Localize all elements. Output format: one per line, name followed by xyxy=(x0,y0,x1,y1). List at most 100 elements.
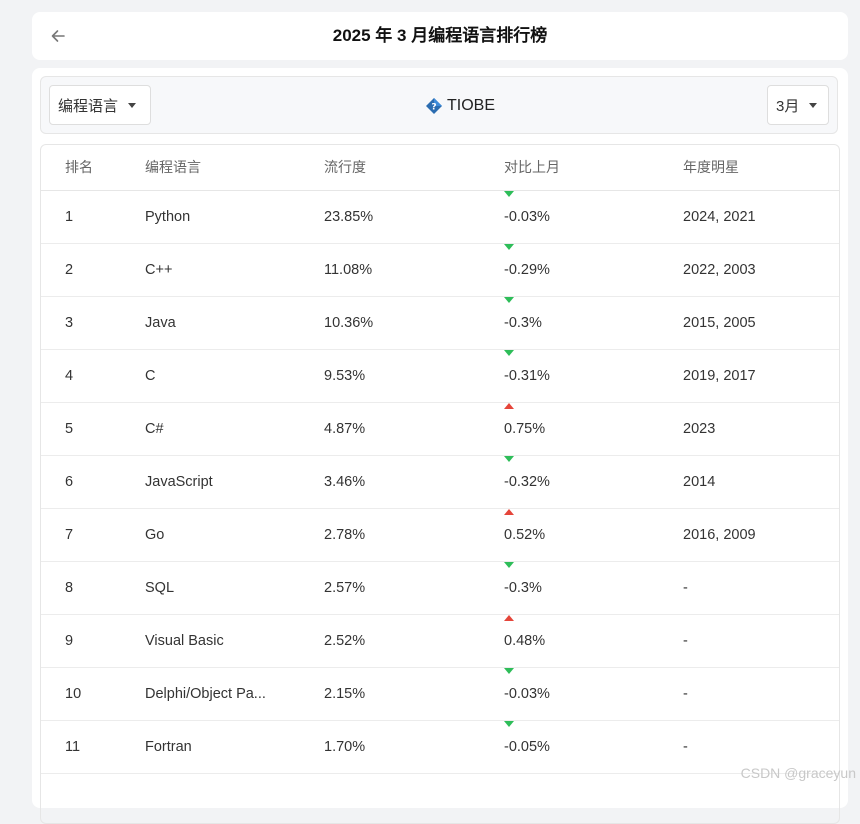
star-years-cell: 2019, 2017 xyxy=(683,368,756,384)
popularity-cell: 1.70% xyxy=(324,739,366,755)
change-cell: 0.75% xyxy=(504,403,545,455)
star-years-cell: 2015, 2005 xyxy=(683,315,756,331)
rank-cell: 2 xyxy=(65,262,74,278)
change-value: 0.52% xyxy=(504,527,546,543)
column-header-popularity: 流行度 xyxy=(324,159,366,175)
star-years-cell: 2023 xyxy=(683,421,716,437)
change-value: -0.3% xyxy=(504,580,542,596)
popularity-cell: 23.85% xyxy=(324,209,374,225)
page-header: 2025 年 3 月编程语言排行榜 xyxy=(32,12,848,60)
table-row[interactable]: 3 Java 10.36% -0.3% 2015, 2005 xyxy=(41,297,839,350)
star-years-cell: 2022, 2003 xyxy=(683,262,756,278)
month-select-label: 3月 xyxy=(776,97,800,115)
change-cell: -0.32% xyxy=(504,456,550,508)
change-cell: -0.31% xyxy=(504,350,550,402)
ranking-panel: 编程语言 ? TIOBE 3月 排名 编程语言 流行度 对比上月 年度明星 1 … xyxy=(32,68,848,824)
change-cell: -0.03% xyxy=(504,191,550,243)
change-value: -0.32% xyxy=(504,474,550,490)
rank-cell: 3 xyxy=(65,315,74,331)
table-row[interactable]: 6 JavaScript 3.46% -0.32% 2014 xyxy=(41,456,839,509)
brand-name: TIOBE xyxy=(447,97,496,114)
change-cell: -0.29% xyxy=(504,244,550,296)
table-row[interactable]: 4 C 9.53% -0.31% 2019, 2017 xyxy=(41,350,839,403)
change-cell: -0.03% xyxy=(504,668,550,720)
table-row[interactable]: 9 Visual Basic 2.52% 0.48% - xyxy=(41,615,839,668)
rank-cell: 9 xyxy=(65,633,74,649)
triangle-down-icon xyxy=(504,668,514,674)
column-header-language: 编程语言 xyxy=(145,159,201,175)
column-header-star-years: 年度明星 xyxy=(683,159,739,175)
star-years-cell: 2016, 2009 xyxy=(683,527,756,543)
language-cell: Python xyxy=(145,209,191,225)
table-header: 排名 编程语言 流行度 对比上月 年度明星 xyxy=(41,145,839,191)
popularity-cell: 2.57% xyxy=(324,580,366,596)
language-cell: Java xyxy=(145,315,176,331)
table-row[interactable]: 8 SQL 2.57% -0.3% - xyxy=(41,562,839,615)
watermark: CSDN @graceyun xyxy=(740,765,856,781)
change-value: -0.05% xyxy=(504,739,550,755)
filter-toolbar: 编程语言 ? TIOBE 3月 xyxy=(40,76,838,134)
star-years-cell: 2014 xyxy=(683,474,716,490)
rank-cell: 7 xyxy=(65,527,74,543)
rank-cell: 10 xyxy=(65,686,82,702)
change-value: -0.29% xyxy=(504,262,550,278)
triangle-up-icon xyxy=(504,509,514,515)
rank-cell: 6 xyxy=(65,474,74,490)
rank-cell: 1 xyxy=(65,209,74,225)
change-value: -0.03% xyxy=(504,686,550,702)
triangle-down-icon xyxy=(504,456,514,462)
rank-cell: 4 xyxy=(65,368,74,384)
category-select[interactable]: 编程语言 xyxy=(49,85,151,125)
change-cell: -0.05% xyxy=(504,721,550,773)
back-button[interactable] xyxy=(48,26,68,46)
table-row[interactable]: 1 Python 23.85% -0.03% 2024, 2021 xyxy=(41,191,839,244)
star-years-cell: - xyxy=(683,739,688,755)
change-cell: -0.3% xyxy=(504,562,542,614)
popularity-cell: 10.36% xyxy=(324,315,374,331)
language-cell: C++ xyxy=(145,262,173,278)
popularity-cell: 2.78% xyxy=(324,527,366,543)
popularity-cell: 9.53% xyxy=(324,368,366,384)
caret-down-icon xyxy=(128,102,137,108)
language-cell: Fortran xyxy=(145,739,192,755)
arrow-left-icon xyxy=(51,30,65,42)
change-value: -0.03% xyxy=(504,209,550,225)
language-cell: SQL xyxy=(145,580,175,596)
table-row[interactable]: 7 Go 2.78% 0.52% 2016, 2009 xyxy=(41,509,839,562)
triangle-down-icon xyxy=(504,244,514,250)
change-value: -0.3% xyxy=(504,315,542,331)
rank-cell: 8 xyxy=(65,580,74,596)
triangle-down-icon xyxy=(504,350,514,356)
table-body: 1 Python 23.85% -0.03% 2024, 2021 2 C++ 11.08% -… xyxy=(41,191,839,774)
popularity-cell: 4.87% xyxy=(324,421,366,437)
language-cell: Go xyxy=(145,527,165,543)
popularity-cell: 11.08% xyxy=(324,262,373,278)
rank-cell: 11 xyxy=(65,739,81,755)
tiobe-diamond-icon: ? xyxy=(425,97,443,115)
language-cell: C xyxy=(145,368,156,384)
caret-down-icon xyxy=(809,102,818,108)
change-cell: 0.48% xyxy=(504,615,545,667)
change-value: 0.75% xyxy=(504,421,546,437)
triangle-down-icon xyxy=(504,191,514,197)
language-cell: Visual Basic xyxy=(145,633,224,649)
triangle-down-icon xyxy=(504,297,514,303)
month-select[interactable]: 3月 xyxy=(767,85,829,125)
table-row[interactable]: 10 Delphi/Object Pa... 2.15% -0.03% - xyxy=(41,668,839,721)
triangle-down-icon xyxy=(504,562,514,568)
change-value: -0.31% xyxy=(504,368,550,384)
triangle-up-icon xyxy=(504,403,514,409)
change-value: 0.48% xyxy=(504,633,546,649)
star-years-cell: - xyxy=(683,580,688,596)
category-select-label: 编程语言 xyxy=(58,97,119,115)
change-cell: -0.3% xyxy=(504,297,542,349)
brand: ? TIOBE xyxy=(425,96,495,116)
change-cell: 0.52% xyxy=(504,509,545,561)
star-years-cell: 2024, 2021 xyxy=(683,209,756,225)
table-row[interactable]: 2 C++ 11.08% -0.29% 2022, 2003 xyxy=(41,244,839,297)
table-row[interactable]: 11 Fortran 1.70% -0.05% - xyxy=(41,721,839,774)
column-header-change: 对比上月 xyxy=(504,159,560,175)
table-row[interactable]: 5 C# 4.87% 0.75% 2023 xyxy=(41,403,839,456)
language-cell: Delphi/Object Pa... xyxy=(145,686,266,702)
svg-text:?: ? xyxy=(431,103,436,113)
